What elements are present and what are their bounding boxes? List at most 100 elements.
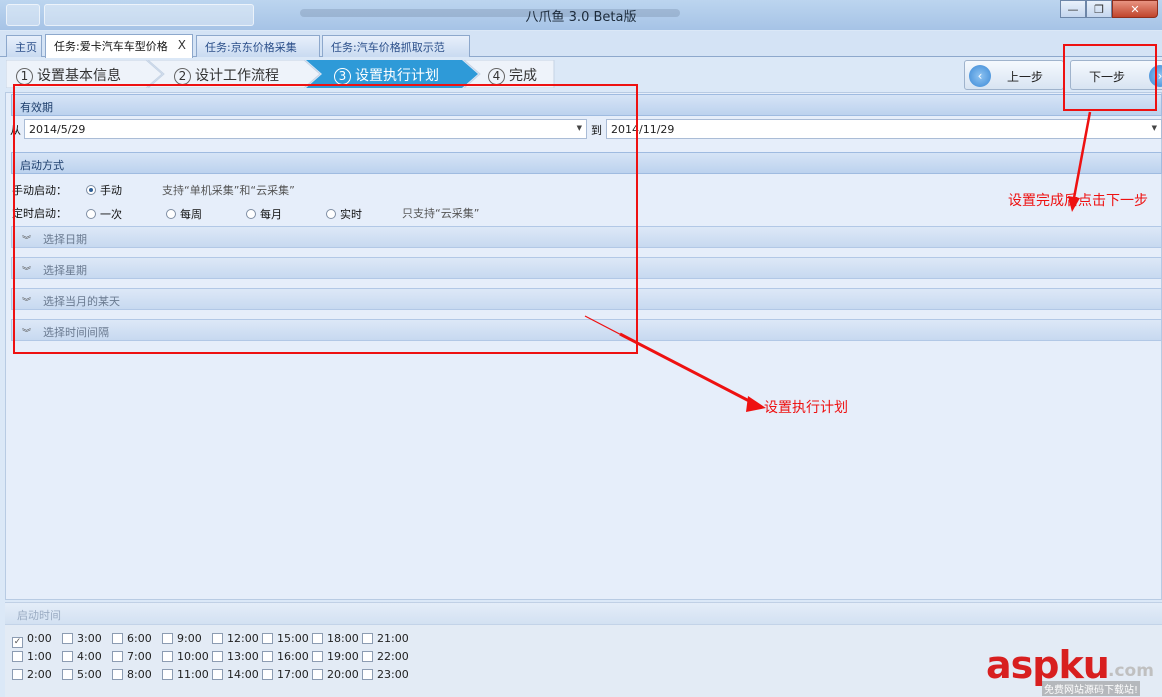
step-label: 设置执行计划 xyxy=(355,68,439,84)
checkbox-icon xyxy=(212,633,223,644)
time-label: 14:00 xyxy=(227,668,259,681)
time-checkbox[interactable]: 22:00 xyxy=(362,650,409,663)
time-checkbox[interactable]: 7:00 xyxy=(112,650,152,663)
time-checkbox[interactable]: 20:00 xyxy=(312,668,359,681)
time-label: 12:00 xyxy=(227,632,259,645)
time-label: 5:00 xyxy=(77,668,102,681)
tab-label: 任务:汽车价格抓取示范 xyxy=(331,41,445,54)
checkbox-icon xyxy=(212,651,223,662)
checkbox-icon xyxy=(112,669,123,680)
prev-step-label: 上一步 xyxy=(1007,70,1044,84)
time-label: 21:00 xyxy=(377,632,409,645)
time-label: 7:00 xyxy=(127,650,152,663)
checkbox-icon xyxy=(312,633,323,644)
step-label: 设置基本信息 xyxy=(37,68,121,84)
time-checkbox[interactable]: 4:00 xyxy=(62,650,102,663)
time-label: 3:00 xyxy=(77,632,102,645)
step-label: 完成 xyxy=(509,68,537,84)
aspku-watermark: aspku .com 免费网站源码下载站! xyxy=(986,643,1156,696)
time-checkbox[interactable]: 8:00 xyxy=(112,668,152,681)
step-number: 3 xyxy=(334,68,351,85)
checkbox-icon xyxy=(112,651,123,662)
time-label: 9:00 xyxy=(177,632,202,645)
time-label: 2:00 xyxy=(27,668,52,681)
time-checkbox[interactable]: ✓ 0:00 xyxy=(12,632,52,648)
time-checkbox[interactable]: 15:00 xyxy=(262,632,309,645)
annotation-box-next xyxy=(1063,44,1157,111)
time-checkbox[interactable]: 18:00 xyxy=(312,632,359,645)
time-label: 20:00 xyxy=(327,668,359,681)
checkbox-icon xyxy=(62,651,73,662)
checkbox-icon xyxy=(212,669,223,680)
checkbox-icon xyxy=(362,669,373,680)
task-tab-strip: 主页 任务:爱卡汽车车型价格 X 任务:京东价格采集 任务:汽车价格抓取示范 xyxy=(0,31,1162,58)
step-label: 设计工作流程 xyxy=(195,68,279,84)
watermark-subtitle: 免费网站源码下载站! xyxy=(1042,681,1141,696)
time-label: 16:00 xyxy=(277,650,309,663)
checkbox-icon xyxy=(162,651,173,662)
time-checkbox[interactable]: 9:00 xyxy=(162,632,202,645)
arrow-left-icon: ‹ xyxy=(969,65,991,87)
time-checkbox[interactable]: 11:00 xyxy=(162,668,209,681)
tab-label: 主页 xyxy=(15,41,37,54)
checkbox-icon xyxy=(162,633,173,644)
minimize-button[interactable]: — xyxy=(1060,0,1086,18)
checkbox-icon xyxy=(312,651,323,662)
time-checkbox[interactable]: 14:00 xyxy=(212,668,259,681)
time-checkbox[interactable]: 19:00 xyxy=(312,650,359,663)
end-date-picker[interactable]: 2014/11/29 ▼ xyxy=(606,119,1162,139)
time-checkbox[interactable]: 6:00 xyxy=(112,632,152,645)
checkbox-icon xyxy=(262,633,273,644)
time-checkbox[interactable]: 10:00 xyxy=(162,650,209,663)
checkbox-icon xyxy=(162,669,173,680)
checkbox-icon xyxy=(62,633,73,644)
time-label: 6:00 xyxy=(127,632,152,645)
annotation-next-hint: 设置完成后点击下一步 xyxy=(1008,193,1148,209)
step-number: 1 xyxy=(16,68,33,85)
title-bar: 八爪鱼 3.0 Beta版 — ❐ ✕ xyxy=(0,0,1162,30)
time-label: 11:00 xyxy=(177,668,209,681)
time-label: 15:00 xyxy=(277,632,309,645)
time-label: 8:00 xyxy=(127,668,152,681)
prev-step-button[interactable]: ‹ 上一步 xyxy=(964,60,1064,90)
tab-task-car-demo[interactable]: 任务:汽车价格抓取示范 xyxy=(322,35,470,57)
time-label: 17:00 xyxy=(277,668,309,681)
tab-task-aika[interactable]: 任务:爱卡汽车车型价格 X xyxy=(45,34,193,58)
time-label: 1:00 xyxy=(27,650,52,663)
time-checkbox[interactable]: 23:00 xyxy=(362,668,409,681)
time-checkbox[interactable]: 1:00 xyxy=(12,650,52,663)
step-number: 2 xyxy=(174,68,191,85)
dropdown-arrow-icon[interactable]: ▼ xyxy=(1152,124,1157,132)
checkbox-icon xyxy=(312,669,323,680)
time-checkbox[interactable]: 13:00 xyxy=(212,650,259,663)
time-checkbox[interactable]: 21:00 xyxy=(362,632,409,645)
checkbox-icon xyxy=(62,669,73,680)
annotation-plan-hint: 设置执行计划 xyxy=(764,400,848,416)
tab-label: 任务:京东价格采集 xyxy=(205,41,297,54)
checkbox-icon xyxy=(262,651,273,662)
checkbox-checked-icon: ✓ xyxy=(12,637,23,648)
time-checkbox[interactable]: 2:00 xyxy=(12,668,52,681)
time-checkbox[interactable]: 12:00 xyxy=(212,632,259,645)
time-label: 4:00 xyxy=(77,650,102,663)
time-label: 23:00 xyxy=(377,668,409,681)
annotation-box-schedule xyxy=(13,84,638,354)
close-tab-icon[interactable]: X xyxy=(178,38,186,52)
start-time-header: 启动时间 xyxy=(5,603,1162,625)
tab-task-jd[interactable]: 任务:京东价格采集 xyxy=(196,35,320,57)
time-label: 18:00 xyxy=(327,632,359,645)
checkbox-icon xyxy=(262,669,273,680)
time-checkbox[interactable]: 3:00 xyxy=(62,632,102,645)
time-checkbox[interactable]: 5:00 xyxy=(62,668,102,681)
checkbox-icon xyxy=(362,651,373,662)
time-checkbox[interactable]: 16:00 xyxy=(262,650,309,663)
checkbox-icon xyxy=(362,633,373,644)
tab-home[interactable]: 主页 xyxy=(6,35,42,57)
time-label: 10:00 xyxy=(177,650,209,663)
time-checkbox[interactable]: 17:00 xyxy=(262,668,309,681)
step-number: 4 xyxy=(488,68,505,85)
time-label: 22:00 xyxy=(377,650,409,663)
close-window-button[interactable]: ✕ xyxy=(1112,0,1158,18)
maximize-button[interactable]: ❐ xyxy=(1086,0,1112,18)
checkbox-icon xyxy=(112,633,123,644)
